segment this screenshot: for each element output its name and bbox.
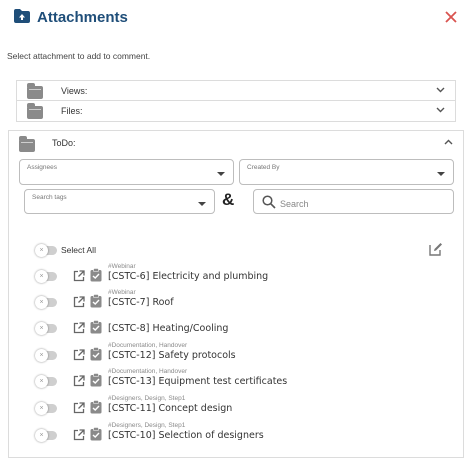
clipboard-check-icon: [90, 294, 102, 308]
open-external-icon[interactable]: [73, 349, 85, 361]
item-tags: #Webinar: [108, 263, 136, 270]
assignees-label: Assignees: [27, 164, 57, 171]
open-external-icon[interactable]: [73, 270, 85, 282]
clipboard-check-icon: [90, 400, 102, 414]
item-tags: #Designers, Design, Step1: [108, 395, 186, 402]
open-external-icon[interactable]: [73, 322, 85, 334]
open-external-icon[interactable]: [73, 296, 85, 308]
section-files-label: Files:: [61, 106, 83, 116]
item-title: [CSTC-12] Safety protocols: [108, 350, 236, 361]
assignees-select[interactable]: Assignees: [19, 159, 234, 185]
item-toggle[interactable]: ×: [35, 349, 57, 362]
item-title: [CSTC-13] Equipment test certificates: [108, 376, 288, 387]
search-tags-label: Search tags: [32, 194, 67, 201]
section-todo-label: ToDo:: [52, 138, 76, 148]
search-tags-select[interactable]: Search tags: [24, 189, 215, 214]
ampersand: &: [222, 190, 235, 209]
item-toggle[interactable]: ×: [35, 402, 57, 415]
toggle-knob: ×: [35, 375, 48, 388]
item-toggle[interactable]: ×: [35, 375, 57, 388]
search-input[interactable]: Search: [253, 189, 454, 214]
search-icon: [262, 195, 276, 209]
select-all-toggle[interactable]: ×: [35, 244, 57, 257]
item-title: [CSTC-10] Selection of designers: [108, 430, 264, 441]
clipboard-check-icon: [90, 427, 102, 441]
clipboard-check-icon: [90, 373, 102, 387]
item-tags: #Designers, Design, Step1: [108, 422, 186, 429]
item-toggle[interactable]: ×: [35, 296, 57, 309]
item-toggle[interactable]: ×: [35, 322, 57, 335]
caret-down-icon: [437, 172, 445, 176]
edit-icon[interactable]: [429, 242, 443, 256]
item-tags: #Documentation, Handover: [108, 368, 188, 375]
open-external-icon[interactable]: [73, 429, 85, 441]
toggle-knob: ×: [35, 244, 48, 257]
toggle-knob: ×: [35, 322, 48, 335]
item-title: [CSTC-8] Heating/Cooling: [108, 323, 229, 334]
clipboard-check-icon: [90, 268, 102, 282]
item-toggle[interactable]: ×: [35, 270, 57, 283]
item-title: [CSTC-6] Electricity and plumbing: [108, 271, 269, 282]
dialog-subtitle: Select attachment to add to comment.: [7, 51, 151, 61]
open-external-icon[interactable]: [73, 402, 85, 414]
toggle-knob: ×: [35, 402, 48, 415]
clipboard-check-icon: [90, 347, 102, 361]
created-by-select[interactable]: Created By: [239, 159, 454, 185]
chevron-down-icon[interactable]: [436, 87, 445, 93]
toggle-knob: ×: [35, 296, 48, 309]
section-views-label: Views:: [61, 86, 88, 96]
search-placeholder: Search: [280, 199, 309, 209]
close-button[interactable]: [440, 6, 462, 28]
folder-icon: [19, 136, 35, 152]
folder-upload-icon: [14, 9, 30, 23]
toggle-knob: ×: [35, 349, 48, 362]
caret-down-icon: [198, 202, 206, 206]
item-tags: #Documentation, Handover: [108, 342, 188, 349]
item-title: [CSTC-11] Concept design: [108, 403, 233, 414]
toggle-knob: ×: [35, 429, 48, 442]
toggle-knob: ×: [35, 270, 48, 283]
created-by-label: Created By: [247, 164, 280, 171]
item-toggle[interactable]: ×: [35, 429, 57, 442]
caret-down-icon: [217, 172, 225, 176]
chevron-down-icon[interactable]: [436, 107, 445, 113]
item-title: [CSTC-7] Roof: [108, 297, 174, 308]
close-icon: [445, 11, 457, 23]
dialog-title: Attachments: [37, 9, 128, 26]
section-views[interactable]: Views:: [16, 80, 456, 101]
chevron-up-icon[interactable]: [444, 139, 453, 145]
item-tags: #Webinar: [108, 289, 136, 296]
select-all-label: Select All: [61, 245, 96, 255]
open-external-icon[interactable]: [73, 375, 85, 387]
folder-icon: [27, 83, 43, 99]
folder-icon: [27, 103, 43, 119]
clipboard-check-icon: [90, 320, 102, 334]
section-files[interactable]: Files:: [16, 101, 456, 122]
